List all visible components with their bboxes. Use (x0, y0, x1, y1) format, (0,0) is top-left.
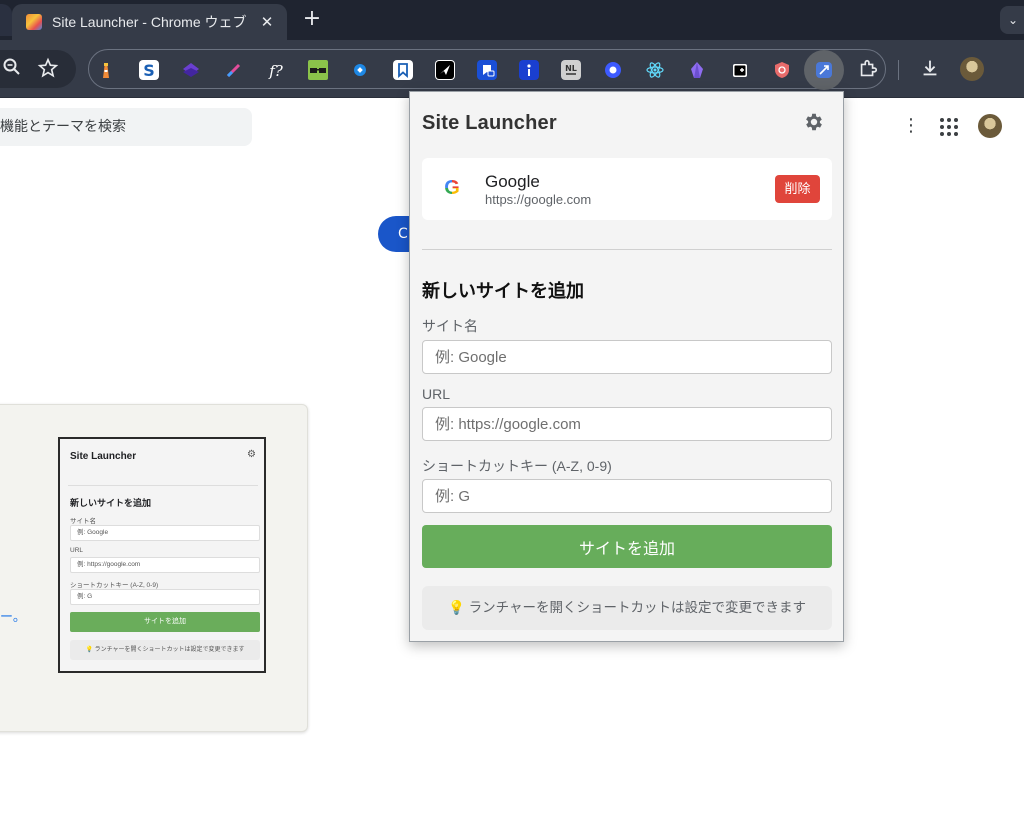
mini-url-label: URL (70, 547, 84, 554)
new-tab-button[interactable]: + (300, 8, 324, 32)
page-profile-avatar[interactable] (978, 114, 1002, 138)
nl-extension-icon[interactable]: NL (561, 60, 581, 80)
diamond-extension-icon[interactable] (350, 60, 370, 80)
s-extension-icon[interactable]: S (139, 60, 159, 80)
mini-tip-text: ランチャーを開くショートカットは設定で変更できます (94, 647, 245, 653)
mini-url-input: 例: https://google.com (70, 557, 260, 573)
add-site-button[interactable]: サイトを追加 (422, 525, 832, 568)
mini-bulb-icon: 💡 (85, 647, 93, 653)
site-launcher-popup: Site Launcher G Google https://google.co… (409, 91, 844, 642)
font-finder-extension-icon[interactable]: f? (266, 60, 286, 80)
info-extension-icon[interactable] (519, 60, 539, 80)
url-label: URL (422, 386, 451, 402)
shield-extension-icon[interactable] (772, 60, 792, 80)
bookmark-star-icon[interactable] (36, 57, 60, 86)
site-list-item[interactable]: G Google https://google.com 削除 (422, 158, 832, 220)
active-tab[interactable]: Site Launcher - Chrome ウェブ ✕ (12, 4, 287, 40)
svg-text:NL: NL (565, 64, 577, 73)
preview-side-text-2: ー。 (0, 610, 26, 625)
tab-title: Site Launcher - Chrome ウェブ (52, 14, 247, 30)
add-site-heading: 新しいサイトを追加 (422, 281, 584, 301)
lighthouse-extension-icon[interactable] (96, 60, 116, 80)
page-search-input[interactable]: 機能とテーマを検索 (0, 108, 252, 146)
shortcut-key-label: ショートカットキー (A-Z, 0-9) (422, 458, 612, 474)
tab-search-button[interactable]: ⌄ (1000, 6, 1024, 34)
shortcut-tip-text: ランチャーを開くショートカットは設定で変更できます (468, 600, 806, 615)
shortcut-tip: 💡 ランチャーを開くショートカットは設定で変更できます (422, 586, 832, 630)
preview-side-text: ᵗ (0, 516, 4, 527)
site-name-label: サイト名 (422, 318, 478, 334)
delete-site-button[interactable]: 削除 (775, 175, 820, 203)
mini-gear-icon: ⚙ (247, 449, 256, 460)
add-window-extension-icon[interactable] (730, 60, 750, 80)
more-vert-icon[interactable]: ⋮ (902, 116, 920, 136)
mini-section-title: 新しいサイトを追加 (70, 498, 152, 508)
crystal-extension-icon[interactable] (687, 60, 707, 80)
mini-add-button: サイトを追加 (70, 612, 260, 632)
mini-name-label: サイト名 (70, 518, 96, 525)
download-icon[interactable] (918, 57, 942, 86)
google-favicon-icon: G (440, 176, 464, 200)
mini-key-input: 例: G (70, 589, 260, 605)
layers-extension-icon[interactable] (181, 60, 201, 80)
profile-avatar[interactable] (960, 57, 984, 81)
previous-tab[interactable] (0, 4, 12, 36)
site-launcher-extension-icon[interactable] (814, 60, 834, 80)
svg-text:f?: f? (268, 62, 284, 80)
glasses-extension-icon[interactable] (308, 60, 328, 80)
rainbow-favicon-icon (26, 14, 42, 30)
svg-text:S: S (143, 61, 155, 80)
site-name: Google (485, 172, 540, 191)
tab-strip: Site Launcher - Chrome ウェブ ✕ + ⌄ (0, 0, 1024, 40)
mini-divider (68, 485, 258, 486)
site-name-input[interactable] (422, 340, 832, 374)
toolbar-divider (898, 60, 899, 80)
send-extension-icon[interactable] (435, 60, 455, 80)
close-icon[interactable]: ✕ (257, 13, 277, 31)
mini-title: Site Launcher (70, 451, 137, 462)
bookmark-extension-icon[interactable] (393, 60, 413, 80)
url-input[interactable] (422, 407, 832, 441)
lightbulb-icon: 💡 (448, 600, 465, 615)
mini-name-input: 例: Google (70, 525, 260, 541)
shortcut-key-input[interactable] (422, 479, 832, 513)
section-divider (422, 249, 832, 250)
browser-toolbar: S f? NL (0, 40, 1024, 98)
mini-key-label: ショートカットキー (A-Z, 0-9) (70, 582, 159, 589)
extension-screenshot-preview: Site Launcher ⚙ 新しいサイトを追加 サイト名 例: Google… (58, 437, 266, 673)
chat-bubble-extension-icon[interactable] (603, 60, 623, 80)
apps-grid-icon[interactable] (940, 118, 958, 136)
settings-gear-icon[interactable] (802, 111, 826, 135)
lock-extension-icon[interactable] (477, 60, 497, 80)
puzzle-extensions-icon[interactable] (856, 58, 880, 87)
zoom-icon[interactable] (0, 57, 24, 84)
popup-title: Site Launcher (422, 112, 557, 134)
site-url: https://google.com (485, 192, 592, 207)
react-devtools-icon[interactable] (645, 60, 665, 80)
color-picker-extension-icon[interactable] (224, 60, 244, 80)
mini-tip: 💡 ランチャーを開くショートカットは設定で変更できます (70, 640, 260, 660)
